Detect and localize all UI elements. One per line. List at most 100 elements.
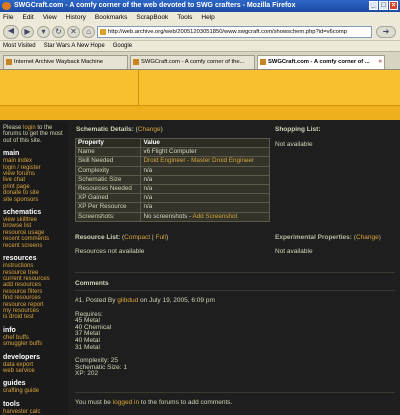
reload-icon[interactable]: ↻	[52, 26, 65, 38]
column-header-property: Property	[74, 137, 142, 149]
table-row: Schematic Size n/a	[74, 174, 270, 186]
login-link[interactable]: login	[23, 125, 36, 131]
value-cell: v6 Flight Computer	[140, 147, 270, 158]
shopping-list-status: Not available	[275, 141, 313, 148]
property-cell: Complexity	[74, 165, 142, 176]
sidebar-section-title: main	[3, 150, 20, 158]
bookmark-google[interactable]: Google	[113, 41, 132, 51]
tab-wayback[interactable]: Internet Archive Wayback Machine	[3, 55, 128, 69]
stop-icon[interactable]: ✕	[67, 26, 80, 38]
tab-swgcraft-active[interactable]: SWGCraft.com - A comfy corner of ... ×	[257, 55, 385, 69]
bookmark-most-visited[interactable]: Most Visited	[3, 41, 36, 51]
banner-strip	[0, 105, 400, 120]
change-schematic-link[interactable]: Change	[138, 126, 161, 133]
shopping-list-heading: Shopping List:	[275, 126, 321, 133]
post-line: XP: 202	[75, 370, 99, 378]
add-screenshot-link[interactable]: Add Screenshot	[192, 213, 237, 220]
firefox-icon	[2, 2, 11, 10]
window-controls: _ □ ×	[369, 1, 398, 10]
sidebar-item-crafting-guide[interactable]: crafting guide	[3, 388, 65, 394]
tab-favicon-icon	[133, 59, 139, 65]
table-row: Screenshots: No screenshots - Add Screens…	[74, 211, 270, 222]
minimize-button[interactable]: _	[369, 1, 378, 10]
main-content: Schematic Details: (Change) Property Val…	[70, 122, 400, 415]
shopping-list: Shopping List: Not available	[275, 126, 321, 148]
menu-history[interactable]: History	[66, 12, 86, 23]
divider	[75, 290, 395, 291]
sidebar-item-harvester-calc[interactable]: harvester calc	[3, 409, 65, 415]
value-cell: n/a	[140, 184, 270, 195]
table-row: XP Gained n/a	[74, 193, 270, 204]
resource-list-heading-row: Resource List: (Compact | Full)	[75, 234, 168, 241]
tab-swgcraft-1[interactable]: SWGCraft.com - A comfy corner of the...	[130, 55, 255, 69]
logged-in-link[interactable]: logged in	[113, 399, 139, 406]
post-author-link[interactable]: glibdud	[117, 297, 138, 304]
intro-text: Please	[3, 125, 24, 131]
compact-link[interactable]: Compact	[124, 234, 150, 241]
property-cell: XP Gained	[74, 193, 142, 204]
menu-tools[interactable]: Tools	[177, 12, 192, 23]
menu-help[interactable]: Help	[201, 12, 214, 23]
menu-view[interactable]: View	[43, 12, 57, 23]
divider	[75, 272, 395, 273]
sidebar-section-title: guides	[3, 380, 26, 388]
navigation-toolbar: ◀ ▶ ▾ ↻ ✕ ⌂ http://web.archive.org/web/2…	[0, 23, 400, 41]
sidebar-item-site-sponsors[interactable]: site sponsors	[3, 197, 65, 203]
menu-scrapbook[interactable]: ScrapBook	[136, 12, 168, 23]
resource-list: Resource List: (Compact | Full) Resource…	[75, 234, 168, 255]
sidebar-section-title: resources	[3, 255, 37, 263]
value-cell: n/a	[140, 165, 270, 176]
comments-footer: You must be logged in to the forums to a…	[75, 399, 232, 406]
forward-icon[interactable]: ▶	[21, 26, 34, 38]
property-cell: Screenshots:	[74, 211, 142, 222]
back-icon[interactable]: ◀	[3, 25, 19, 39]
table-row: Name v6 Flight Computer	[74, 147, 270, 158]
post-body: Requires: 45 Metal 40 Chemical 37 Metal 40 M…	[75, 311, 215, 378]
dropdown-icon[interactable]: ▾	[37, 26, 50, 38]
experimental-status: Not available	[275, 248, 313, 255]
property-cell: Name	[74, 147, 142, 158]
footer-text: You must be	[75, 399, 113, 406]
menu-bookmarks[interactable]: Bookmarks	[95, 12, 128, 23]
sidebar-section-title: tools	[3, 400, 20, 408]
bookmarks-bar: Most Visited Star Wars A New Hope Google	[0, 41, 400, 52]
tab-favicon-icon	[6, 59, 12, 65]
tab-close-icon[interactable]: ×	[379, 56, 382, 69]
comment-post: #1. Posted By glibdud on July 19, 2005, …	[75, 297, 215, 378]
property-cell: Schematic Size	[74, 174, 142, 186]
post-prefix: #1. Posted By	[75, 297, 118, 304]
tab-favicon-icon	[260, 59, 266, 65]
change-experimental-link[interactable]: Change	[356, 234, 379, 241]
site-banner	[0, 70, 400, 120]
sidebar-item-recent-screens[interactable]: recent screens	[3, 243, 65, 249]
sidebar-intro: Please login to the forums to get the mo…	[3, 125, 65, 144]
menu-file[interactable]: File	[3, 12, 13, 23]
menu-edit[interactable]: Edit	[22, 12, 33, 23]
full-link[interactable]: Full	[155, 234, 165, 241]
post-line: 31 Metal	[75, 343, 100, 351]
tab-label: Internet Archive Wayback Machine	[14, 59, 104, 65]
maximize-button[interactable]: □	[379, 1, 388, 10]
home-icon[interactable]: ⌂	[82, 26, 95, 38]
sidebar: Please login to the forums to get the mo…	[0, 122, 68, 415]
value-cell: n/a	[140, 174, 270, 186]
close-button[interactable]: ×	[389, 1, 398, 10]
sidebar-item-web-service[interactable]: web service	[3, 368, 65, 374]
sidebar-item-is-droid-test[interactable]: is droid test	[3, 314, 65, 320]
resource-list-heading: Resource List:	[75, 234, 121, 241]
bookmark-star-wars[interactable]: Star Wars A New Hope	[44, 41, 105, 51]
address-bar[interactable]: http://web.archive.org/web/2005120305185…	[97, 26, 372, 38]
value-cell: No screenshots - Add Screenshot	[140, 211, 270, 222]
address-url: http://web.archive.org/web/2005120305185…	[108, 29, 347, 35]
go-icon[interactable]: ➜	[376, 26, 396, 38]
property-cell: XP Per Resource	[74, 202, 142, 213]
value-cell: n/a	[140, 202, 270, 213]
sidebar-section-title: developers	[3, 353, 40, 361]
value-cell: Droid Engineer - Master Droid Engineer	[140, 156, 270, 167]
post-byline: #1. Posted By glibdud on July 19, 2005, …	[75, 297, 215, 305]
schematic-table: Property Value Name v6 Flight Computer Ski…	[74, 137, 270, 222]
schematic-details-heading: Schematic Details: (Change)	[76, 126, 163, 133]
schematic-heading-label: Schematic Details:	[76, 126, 134, 133]
change-wrap: (Change)	[353, 234, 381, 241]
sidebar-item-smuggler-buffs[interactable]: smuggler buffs	[3, 341, 65, 347]
